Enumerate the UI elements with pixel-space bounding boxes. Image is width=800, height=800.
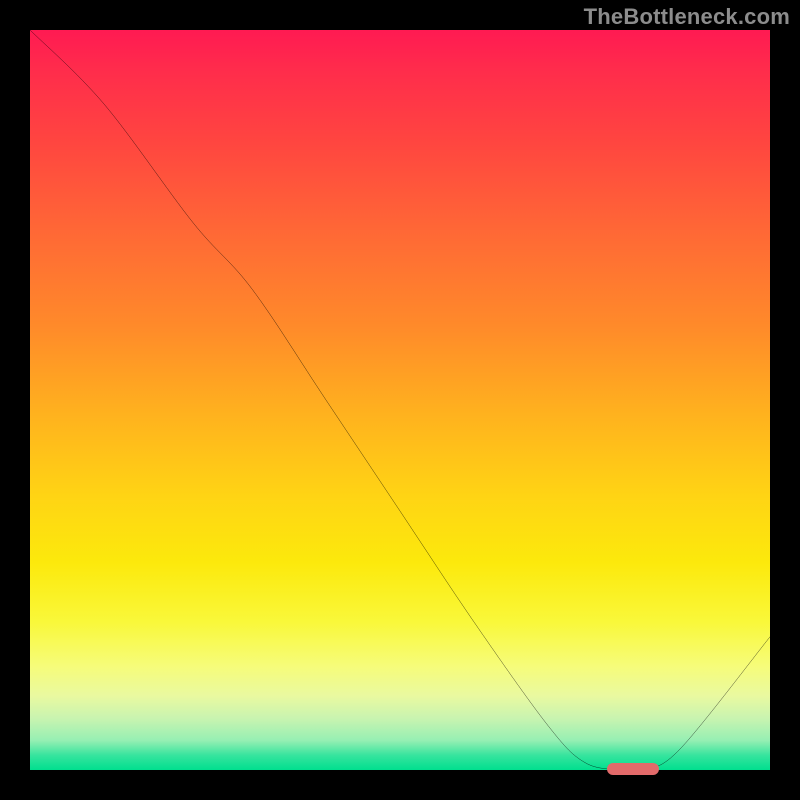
watermark-text: TheBottleneck.com — [584, 4, 790, 30]
plot-area — [30, 30, 770, 770]
optimal-range-marker — [607, 763, 659, 775]
chart-frame: TheBottleneck.com — [0, 0, 800, 800]
bottleneck-curve — [30, 30, 770, 770]
